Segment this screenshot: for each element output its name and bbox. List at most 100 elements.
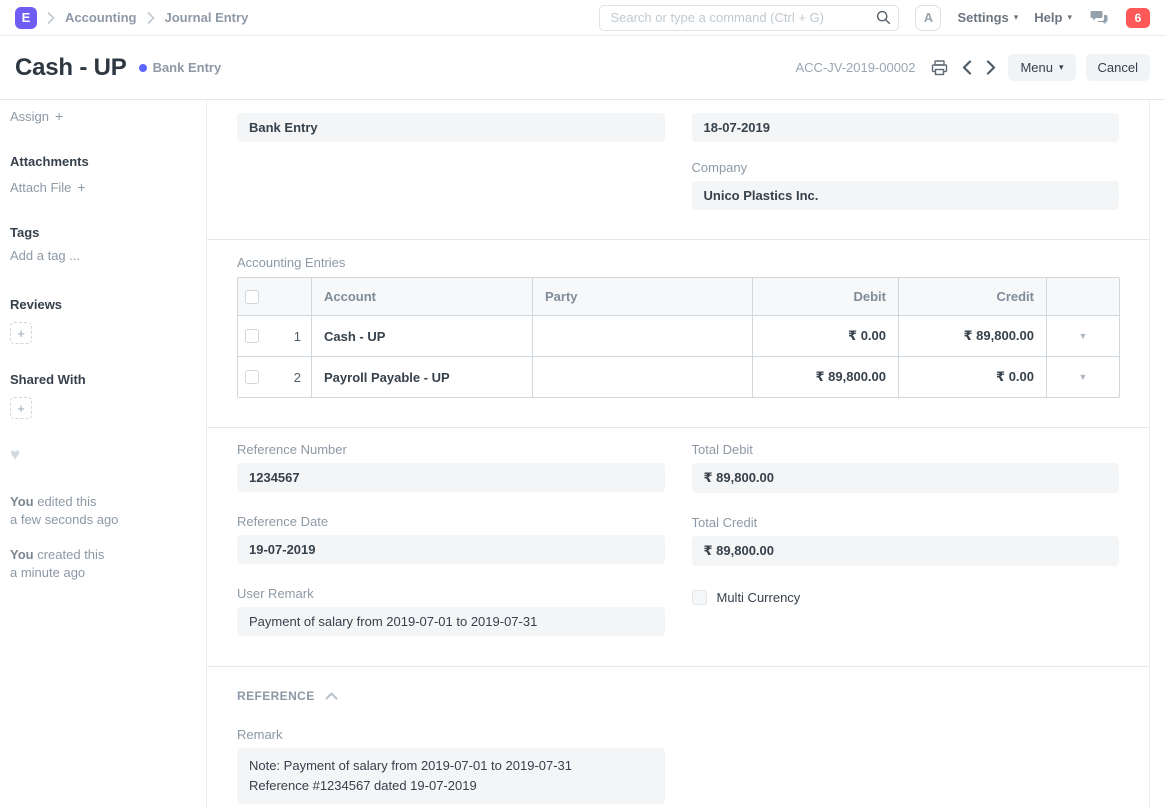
user-remark-field[interactable]: Payment of salary from 2019-07-01 to 201… <box>237 607 665 636</box>
account-cell[interactable]: Payroll Payable - UP <box>311 357 532 397</box>
column-header-credit: Credit <box>898 278 1046 315</box>
row-checkbox[interactable] <box>245 370 259 384</box>
status-indicator: Bank Entry <box>139 60 222 75</box>
multi-currency-checkbox[interactable] <box>692 590 707 605</box>
assign-label: Assign <box>10 109 49 124</box>
reviews-heading: Reviews <box>10 297 191 312</box>
settings-menu[interactable]: Settings ▾ <box>957 10 1018 25</box>
menu-button[interactable]: Menu ▾ <box>1008 54 1075 81</box>
multi-currency-label: Multi Currency <box>717 590 801 605</box>
form-sidebar: Assign + Attachments Attach File + Tags … <box>0 100 207 809</box>
attach-file-link[interactable]: Attach File + <box>10 179 191 195</box>
chevron-down-icon: ▾ <box>1059 63 1064 72</box>
row-expand-icon[interactable]: ▼ <box>1046 316 1119 356</box>
menu-button-label: Menu <box>1020 60 1053 75</box>
select-all-checkbox[interactable] <box>245 290 259 304</box>
tags-heading: Tags <box>10 225 191 240</box>
company-field[interactable]: Unico Plastics Inc. <box>692 181 1120 210</box>
section-reference-totals: Reference Number 1234567 Reference Date … <box>207 428 1149 667</box>
row-expand-icon[interactable]: ▼ <box>1046 357 1119 397</box>
add-tag-link[interactable]: Add a tag ... <box>10 248 191 263</box>
table-row: 2 Payroll Payable - UP ₹ 89,800.00 ₹ 0.0… <box>238 356 1119 397</box>
assign-link[interactable]: Assign + <box>10 108 191 124</box>
search-input[interactable] <box>599 5 899 31</box>
table-row: 1 Cash - UP ₹ 0.00 ₹ 89,800.00 ▼ <box>238 316 1119 356</box>
search-icon <box>876 10 891 30</box>
column-header-debit: Debit <box>752 278 898 315</box>
print-icon[interactable] <box>929 58 950 78</box>
row-checkbox[interactable] <box>245 329 259 343</box>
user-avatar[interactable]: A <box>915 5 941 31</box>
reference-section-toggle[interactable]: REFERENCE <box>237 687 1119 705</box>
navbar: E Accounting Journal Entry A Settings ▾ … <box>0 0 1165 36</box>
form-body: Bank Entry 18-07-2019 Company Unico Plas… <box>207 100 1150 809</box>
total-credit-field: ₹ 89,800.00 <box>692 536 1120 566</box>
chevron-right-icon <box>147 12 155 24</box>
reference-section-title: REFERENCE <box>237 689 315 703</box>
user-remark-label: User Remark <box>237 586 665 601</box>
settings-label: Settings <box>957 10 1008 25</box>
debit-cell[interactable]: ₹ 89,800.00 <box>752 357 898 397</box>
total-credit-label: Total Credit <box>692 515 1120 530</box>
column-header-party: Party <box>532 278 752 315</box>
remark-line: Note: Payment of salary from 2019-07-01 … <box>249 756 653 776</box>
document-id: ACC-JV-2019-00002 <box>796 60 916 75</box>
row-index: 2 <box>266 357 311 397</box>
credit-cell[interactable]: ₹ 89,800.00 <box>898 316 1046 356</box>
table-header-row: Account Party Debit Credit <box>238 278 1119 316</box>
activity-who: You <box>10 494 34 509</box>
indicator-dot-icon <box>139 64 147 72</box>
plus-icon: + <box>77 179 85 195</box>
breadcrumb-accounting[interactable]: Accounting <box>65 10 137 25</box>
prev-document-icon[interactable] <box>960 58 974 77</box>
total-debit-field: ₹ 89,800.00 <box>692 463 1120 493</box>
chevron-up-icon <box>325 687 338 705</box>
add-share-button[interactable]: + <box>10 397 32 419</box>
account-cell[interactable]: Cash - UP <box>311 316 532 356</box>
row-index-header <box>266 278 311 315</box>
posting-date-field[interactable]: 18-07-2019 <box>692 113 1120 142</box>
total-debit-label: Total Debit <box>692 442 1120 457</box>
next-document-icon[interactable] <box>984 58 998 77</box>
page-title: Cash - UP <box>15 54 127 82</box>
chevron-down-icon: ▾ <box>1014 13 1019 22</box>
entry-type-field[interactable]: Bank Entry <box>237 113 665 142</box>
like-heart-icon[interactable]: ♥ <box>10 445 191 465</box>
section-reference: REFERENCE Remark Note: Payment of salary… <box>207 667 1149 809</box>
chat-icon[interactable] <box>1088 8 1110 28</box>
add-review-button[interactable]: + <box>10 322 32 344</box>
cancel-button[interactable]: Cancel <box>1086 54 1150 81</box>
party-cell[interactable] <box>532 357 752 397</box>
accounting-entries-table: Account Party Debit Credit 1 Cash - UP ₹… <box>237 277 1120 398</box>
reference-date-label: Reference Date <box>237 514 665 529</box>
chevron-down-icon: ▾ <box>1067 13 1072 22</box>
help-label: Help <box>1034 10 1062 25</box>
reference-date-field[interactable]: 19-07-2019 <box>237 535 665 564</box>
app-logo[interactable]: E <box>15 7 37 29</box>
remark-field[interactable]: Note: Payment of salary from 2019-07-01 … <box>237 748 665 804</box>
help-menu[interactable]: Help ▾ <box>1034 10 1072 25</box>
activity-entry: You edited this a few seconds ago <box>10 493 191 528</box>
global-search <box>599 5 899 31</box>
activity-entry: You created this a minute ago <box>10 546 191 581</box>
plus-icon: + <box>55 108 63 124</box>
accounting-entries-label: Accounting Entries <box>237 255 1119 270</box>
reference-number-field[interactable]: 1234567 <box>237 463 665 492</box>
shared-with-heading: Shared With <box>10 372 191 387</box>
activity-who: You <box>10 547 34 562</box>
debit-cell[interactable]: ₹ 0.00 <box>752 316 898 356</box>
navbar-actions: A Settings ▾ Help ▾ 6 <box>599 5 1150 31</box>
activity-time: a few seconds ago <box>10 511 191 529</box>
breadcrumb-journal-entry[interactable]: Journal Entry <box>165 10 249 25</box>
section-entry-details: Bank Entry 18-07-2019 Company Unico Plas… <box>207 100 1149 240</box>
column-header-actions <box>1046 278 1119 315</box>
credit-cell[interactable]: ₹ 0.00 <box>898 357 1046 397</box>
notification-badge[interactable]: 6 <box>1126 8 1150 28</box>
activity-time: a minute ago <box>10 564 191 582</box>
remark-line: Reference #1234567 dated 19-07-2019 <box>249 776 653 796</box>
layout: Assign + Attachments Attach File + Tags … <box>0 100 1165 809</box>
section-accounting-entries: Accounting Entries Account Party Debit C… <box>207 240 1149 428</box>
breadcrumb: E Accounting Journal Entry <box>15 7 248 29</box>
party-cell[interactable] <box>532 316 752 356</box>
activity-action: created this <box>37 547 104 562</box>
